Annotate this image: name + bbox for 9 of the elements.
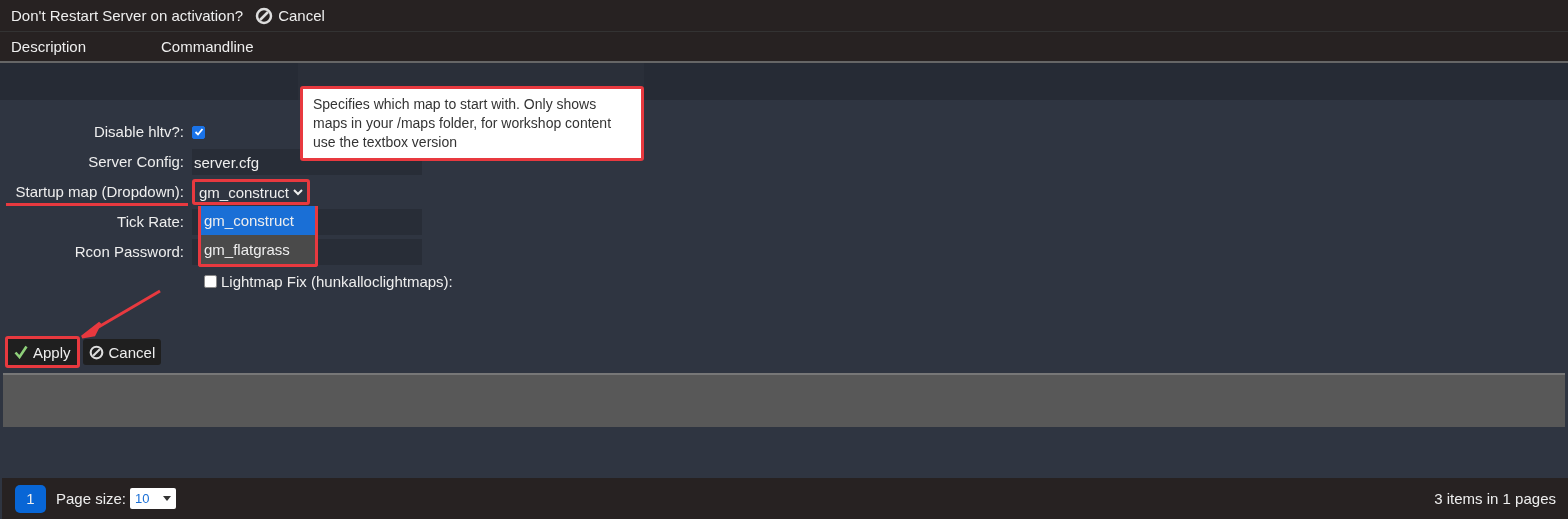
toolbar-label: Don't Restart Server on activation? — [11, 7, 244, 24]
field-label: Tick Rate: — [116, 212, 185, 232]
tooltip: Specifies which map to start with. Only shows maps in your /maps folder, for workshop content use the textbox version — [300, 86, 644, 161]
page-summary: 3 items in 1 pages — [1434, 490, 1557, 507]
page-size-label: Page size: — [56, 490, 127, 507]
field-label: Rcon Password: — [73, 242, 185, 262]
field-label: Disable hltv?: — [92, 122, 185, 142]
field-label: Server Config: — [87, 152, 185, 172]
checkbox-label: Lightmap Fix (hunkalloclightmaps): — [221, 272, 453, 290]
